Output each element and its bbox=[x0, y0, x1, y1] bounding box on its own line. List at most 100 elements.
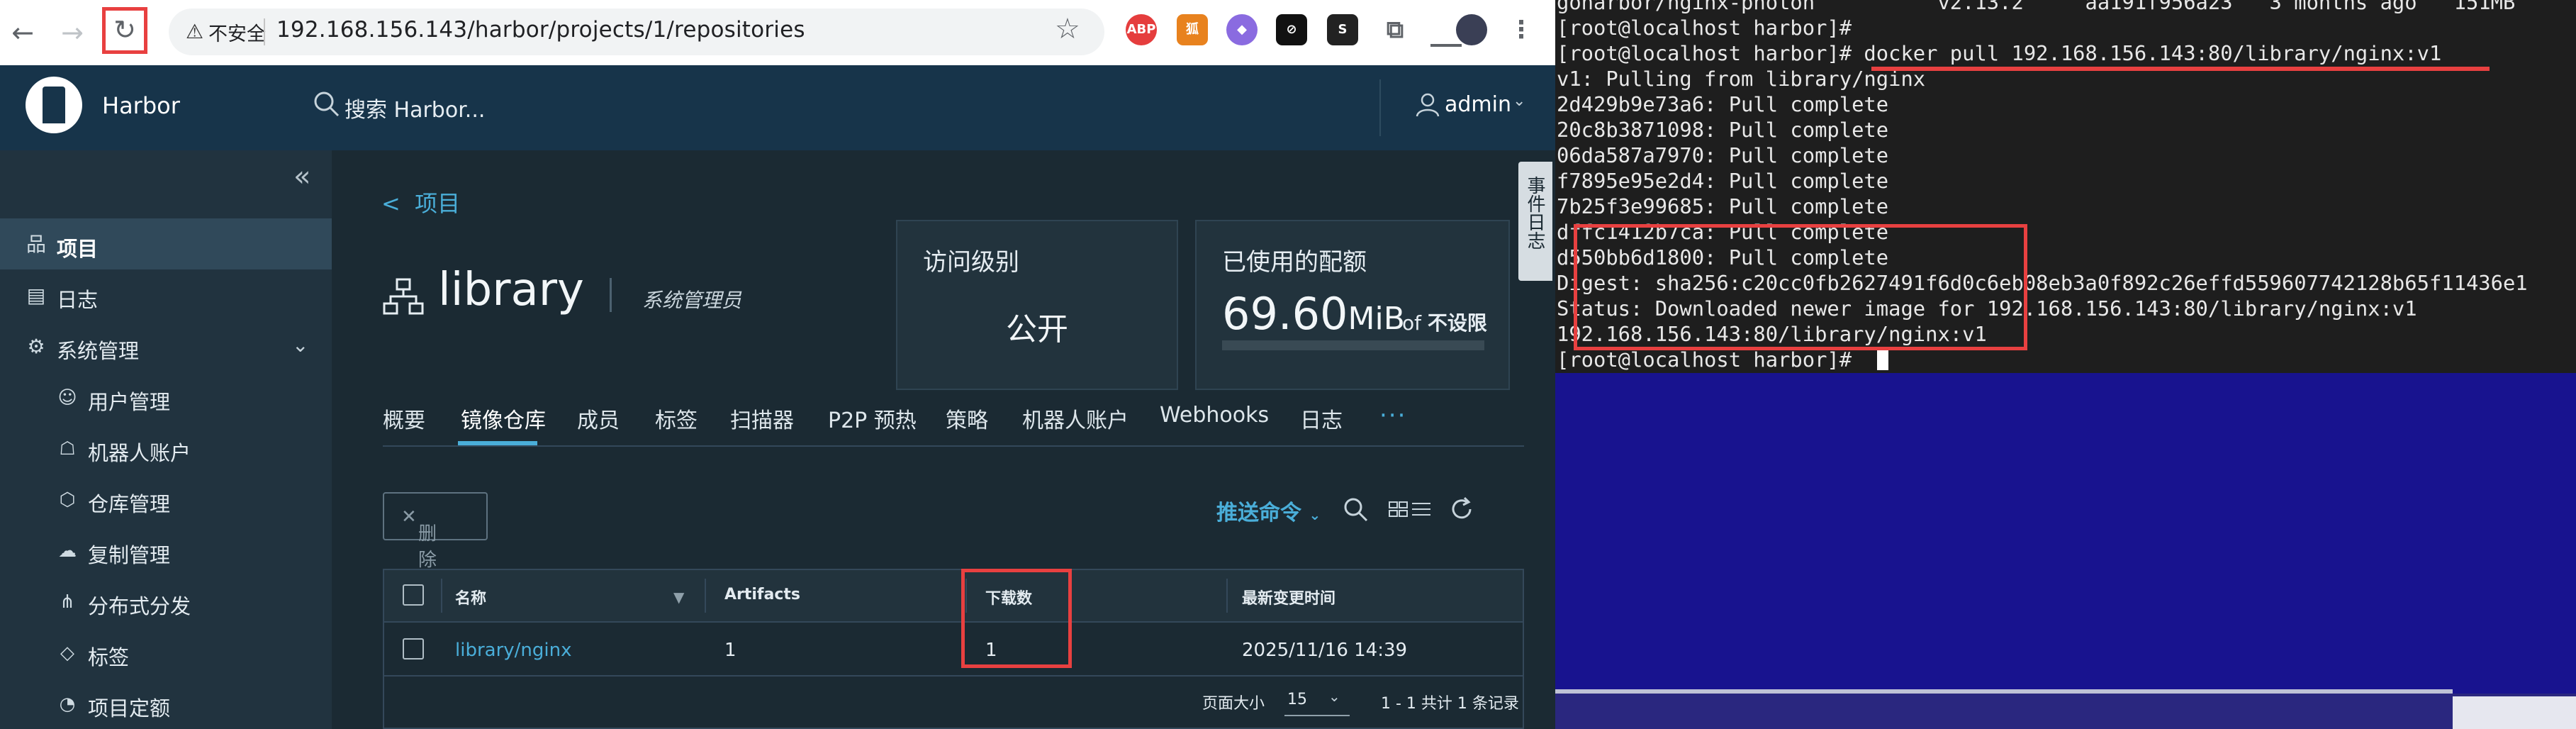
warning-triangle-icon[interactable]: ⚠ bbox=[186, 21, 207, 43]
chevron-down-icon[interactable]: ⌄ bbox=[292, 333, 308, 357]
sidebar-item-label: 项目 bbox=[57, 237, 99, 261]
user-menu[interactable]: admin bbox=[1445, 92, 1511, 117]
back-to-projects-link[interactable]: < 项目 bbox=[381, 186, 460, 218]
purple-extension-icon[interactable]: ◆ bbox=[1226, 14, 1258, 45]
access-level-title: 访问级别 bbox=[923, 248, 1019, 277]
brand-name[interactable]: Harbor bbox=[102, 92, 180, 119]
tab-members[interactable]: 成员 bbox=[577, 403, 620, 434]
terminal-line: goharbor/nginx-photon v2.13.2 aa191f956a… bbox=[1557, 0, 2516, 14]
push-command-dropdown[interactable]: 推送命令 ⌄ bbox=[1216, 495, 1321, 526]
sidebar-item-project-quotas[interactable]: ◔ 项目定额 bbox=[0, 678, 332, 729]
sidebar-item-label: 日志 bbox=[57, 288, 99, 312]
page-size-select[interactable]: 15 ⌄ bbox=[1284, 684, 1350, 716]
push-command-label[interactable]: 推送命令 bbox=[1216, 501, 1301, 525]
project-tabs: 概要 镜像仓库 成员 标签 扫描器 P2P 预热 策略 机器人账户 Webhoo… bbox=[383, 401, 1524, 447]
access-level-value: 公开 bbox=[1006, 311, 1068, 347]
registry-icon: ⬡ bbox=[59, 489, 76, 511]
column-header-artifacts[interactable]: Artifacts bbox=[724, 586, 800, 603]
tab-scanner[interactable]: 扫描器 bbox=[730, 403, 794, 434]
address-separator bbox=[264, 18, 265, 45]
security-label[interactable]: 不安全 bbox=[208, 18, 266, 46]
refresh-icon[interactable] bbox=[1447, 495, 1476, 523]
search-icon[interactable] bbox=[312, 89, 340, 118]
more-tabs-icon[interactable]: ··· bbox=[1379, 401, 1406, 430]
terminal-line: 7b25f3e99685: Pull complete bbox=[1557, 194, 1889, 218]
tab-logs[interactable]: 日志 bbox=[1300, 403, 1343, 434]
tab-webhooks[interactable]: Webhooks bbox=[1160, 403, 1269, 428]
header-divider bbox=[1379, 79, 1381, 136]
bookmark-star-icon[interactable]: ☆ bbox=[1055, 13, 1080, 45]
metamask-extension-icon[interactable]: 狐 bbox=[1177, 14, 1208, 45]
robot-icon: ☖ bbox=[59, 438, 76, 460]
filter-icon[interactable]: ▼ bbox=[673, 589, 684, 606]
black-extension-icon[interactable]: ⊘ bbox=[1276, 14, 1307, 45]
sidebar-item-users[interactable]: ☺ 用户管理 bbox=[0, 372, 332, 423]
sidebar-item-projects[interactable]: 品 项目 bbox=[0, 218, 332, 269]
tab-policy[interactable]: 策略 bbox=[946, 403, 988, 434]
log-icon: ▤ bbox=[26, 284, 46, 307]
project-name: library bbox=[438, 264, 584, 316]
repository-name-link[interactable]: library/nginx bbox=[455, 640, 571, 661]
sidebar-item-replications[interactable]: ☁ 复制管理 bbox=[0, 525, 332, 576]
page-size-label: 页面大小 bbox=[1202, 695, 1265, 713]
back-arrow-icon[interactable]: ← bbox=[6, 16, 40, 50]
desktop-background bbox=[1555, 373, 2576, 729]
chevron-down-icon[interactable]: ⌄ bbox=[1328, 688, 1340, 705]
forward-arrow-icon[interactable]: → bbox=[55, 16, 89, 50]
tab-robot-accounts[interactable]: 机器人账户 bbox=[1022, 403, 1129, 434]
delete-label: ✕ 删除 bbox=[401, 506, 437, 571]
title-divider bbox=[610, 278, 612, 312]
delete-label-text: 删除 bbox=[418, 523, 437, 571]
user-icon[interactable] bbox=[1415, 92, 1440, 118]
page-size-value[interactable]: 15 bbox=[1287, 691, 1307, 708]
column-divider bbox=[705, 579, 706, 613]
sidebar-item-labels[interactable]: ◇ 标签 bbox=[0, 627, 332, 678]
quota-unit: MiB bbox=[1348, 301, 1405, 337]
toolbar-underline bbox=[1430, 44, 1462, 47]
sidebar-item-robot-accounts[interactable]: ☖ 机器人账户 bbox=[0, 423, 332, 474]
harbor-logo-icon[interactable] bbox=[26, 77, 82, 133]
tab-summary[interactable]: 概要 bbox=[383, 403, 425, 434]
select-all-checkbox[interactable] bbox=[403, 584, 424, 606]
search-input[interactable]: 搜索 Harbor... bbox=[345, 92, 485, 123]
chevron-down-icon[interactable]: ⌄ bbox=[1513, 92, 1525, 110]
quota-limit: of 不设限 bbox=[1402, 308, 1487, 336]
updated-time: 2025/11/16 14:39 bbox=[1242, 640, 1408, 661]
adblock-extension-icon[interactable]: ABP bbox=[1126, 14, 1157, 45]
search-icon[interactable] bbox=[1341, 495, 1370, 523]
active-tab-indicator bbox=[458, 441, 537, 445]
artifacts-count: 1 bbox=[724, 640, 737, 661]
terminal-line: 20c8b3871098: Pull complete bbox=[1557, 118, 1889, 142]
chevron-down-icon[interactable]: ⌄ bbox=[1309, 506, 1321, 523]
profile-avatar-icon[interactable] bbox=[1456, 14, 1487, 45]
admin-icon: ⚙ bbox=[27, 335, 45, 358]
sidebar-item-registries[interactable]: ⬡ 仓库管理 bbox=[0, 474, 332, 525]
quota-value: 69.60MiB bbox=[1222, 288, 1405, 340]
puzzle-extensions-icon[interactable]: ⧉ bbox=[1379, 14, 1411, 45]
column-header-name[interactable]: 名称 bbox=[455, 586, 486, 608]
sidebar: « 品 项目 ▤ 日志 ⚙ 系统管理 ⌄ ☺ 用户管理 ☖ 机器人账户 ⬡ 仓库… bbox=[0, 150, 332, 729]
delete-button[interactable]: ✕ 删除 bbox=[383, 492, 488, 571]
quota-number: 69.60 bbox=[1222, 288, 1348, 340]
tab-p2p-preheat[interactable]: P2P 预热 bbox=[828, 403, 917, 434]
collapse-sidebar-icon[interactable]: « bbox=[293, 160, 310, 193]
repositories-table: 名称 ▼ Artifacts 下载数 最新变更时间 library/nginx … bbox=[383, 569, 1524, 729]
sidebar-item-logs[interactable]: ▤ 日志 bbox=[0, 269, 332, 321]
column-divider bbox=[1226, 579, 1228, 613]
url-text[interactable]: 192.168.156.143/harbor/projects/1/reposi… bbox=[276, 17, 805, 43]
tab-labels[interactable]: 标签 bbox=[655, 403, 698, 434]
column-header-updated[interactable]: 最新变更时间 bbox=[1242, 586, 1335, 608]
s-extension-icon[interactable]: S bbox=[1327, 14, 1358, 45]
distribution-icon: ⋔ bbox=[60, 591, 75, 613]
sidebar-item-distribution[interactable]: ⋔ 分布式分发 bbox=[0, 576, 332, 627]
terminal-cursor bbox=[1877, 349, 1888, 370]
tab-repositories[interactable]: 镜像仓库 bbox=[461, 403, 546, 434]
browser-menu-icon[interactable]: ⋮ bbox=[1506, 14, 1537, 45]
row-checkbox[interactable] bbox=[403, 638, 424, 660]
event-log-side-tab[interactable]: 事件日志 bbox=[1518, 162, 1552, 281]
table-row[interactable]: library/nginx 1 1 2025/11/16 14:39 bbox=[384, 623, 1523, 677]
quota-progress-bar bbox=[1222, 340, 1484, 350]
view-toggle-icon[interactable] bbox=[1387, 495, 1433, 523]
sidebar-item-administration[interactable]: ⚙ 系统管理 ⌄ bbox=[0, 321, 332, 372]
back-link-label[interactable]: 项目 bbox=[415, 190, 460, 217]
